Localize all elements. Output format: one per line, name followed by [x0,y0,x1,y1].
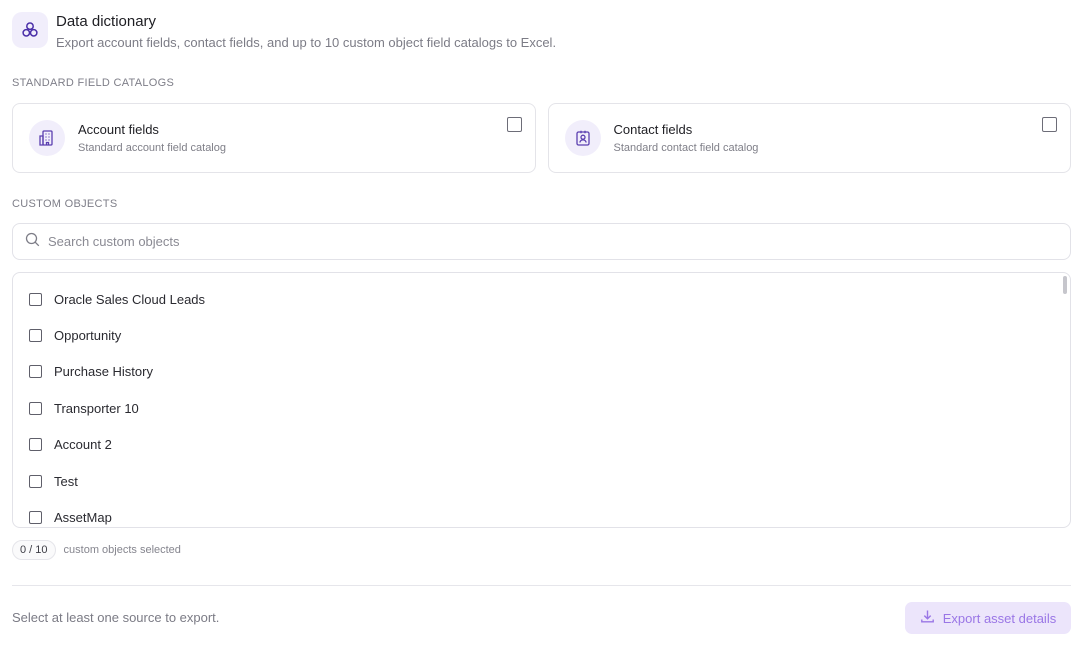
account-fields-title: Account fields [78,121,159,137]
list-item-label: AssetMap [54,510,112,525]
standard-section-label: STANDARD FIELD CATALOGS [12,77,175,89]
contact-fields-card[interactable]: Contact fields Standard contact field ca… [547,103,1071,173]
list-item-checkbox[interactable] [29,365,42,378]
list-item[interactable]: Purchase History [29,364,153,379]
list-item-checkbox[interactable] [29,475,42,488]
search-input[interactable] [48,234,948,249]
list-item[interactable]: Opportunity [29,328,121,343]
page-header: Data dictionary Export account fields, c… [12,12,556,51]
list-item-checkbox[interactable] [29,511,42,524]
cubes-icon [12,12,48,48]
list-item[interactable]: AssetMap [29,510,112,525]
selection-counter: 0 / 10 custom objects selected [12,540,181,560]
custom-objects-list[interactable]: Oracle Sales Cloud Leads Opportunity Pur… [12,272,1071,528]
account-fields-card[interactable]: Account fields Standard account field ca… [12,103,536,173]
count-text: custom objects selected [63,544,181,556]
list-item-checkbox[interactable] [29,438,42,451]
list-item-label: Opportunity [54,328,122,343]
list-item-label: Purchase History [54,364,153,379]
standard-catalog-cards: Account fields Standard account field ca… [12,103,1071,173]
page-title: Data dictionary [56,13,157,30]
custom-section-label: CUSTOM OBJECTS [12,198,118,210]
page-subtitle: Export account fields, contact fields, a… [56,35,557,50]
contact-fields-title: Contact fields [613,121,693,137]
list-scrollbar[interactable] [1063,276,1067,294]
contact-fields-checkbox[interactable] [1042,117,1057,132]
download-icon [920,609,935,627]
export-button-label: Export asset details [942,610,1057,626]
footer-divider [12,585,1071,586]
list-item-checkbox[interactable] [29,293,42,306]
list-item-checkbox[interactable] [29,402,42,415]
export-button[interactable]: Export asset details [905,602,1071,634]
account-fields-subtitle: Standard account field catalog [78,141,226,154]
list-item-label: Transporter 10 [54,401,139,416]
list-item-label: Test [54,474,78,489]
search-box[interactable] [12,223,1071,260]
list-item-checkbox[interactable] [29,329,42,342]
list-item-label: Oracle Sales Cloud Leads [54,292,206,307]
contact-fields-subtitle: Standard contact field catalog [613,141,759,154]
list-item[interactable]: Transporter 10 [29,401,139,416]
account-fields-checkbox[interactable] [506,117,522,132]
list-item-label: Account 2 [54,437,112,452]
contact-card-icon [564,120,601,156]
list-item[interactable]: Account 2 [29,437,112,452]
building-icon [29,120,65,156]
search-icon [25,232,40,252]
export-hint: Select at least one source to export. [12,610,220,625]
list-item[interactable]: Oracle Sales Cloud Leads [29,292,205,307]
list-item[interactable]: Test [29,474,78,489]
count-badge: 0 / 10 [12,540,56,560]
